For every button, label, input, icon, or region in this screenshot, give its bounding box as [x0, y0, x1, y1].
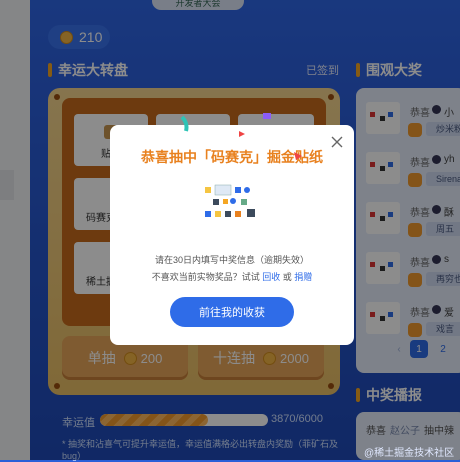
confetti-icon: [294, 152, 302, 160]
confetti-icon: [180, 115, 189, 132]
sticker-prize-image: [205, 184, 255, 217]
watermark: @稀土掘金技术社区: [364, 448, 455, 459]
confetti-icon: [239, 131, 245, 137]
go-to-harvest-button[interactable]: 前往我的收获: [170, 297, 294, 327]
donate-link[interactable]: 捐赠: [294, 272, 312, 282]
recycle-link[interactable]: 回收: [262, 272, 280, 282]
modal-alternative-text: 不喜欢当前实物奖品？试试 回收 或 捐赠: [110, 270, 354, 283]
alternative-prefix: 不喜欢当前实物奖品？试试: [151, 272, 260, 282]
modal-deadline-text: 请在30日内填写中奖信息（逾期失效）: [154, 255, 309, 265]
prize-modal: 恭喜抽中「码赛克」掘金贴纸 请在30日内填写中奖信息（逾期失效） 不喜欢当前实物…: [110, 125, 354, 345]
confetti-icon: [263, 113, 271, 119]
or-text: 或: [282, 272, 292, 282]
modal-title: 恭喜抽中「码赛克」掘金贴纸: [141, 149, 323, 165]
